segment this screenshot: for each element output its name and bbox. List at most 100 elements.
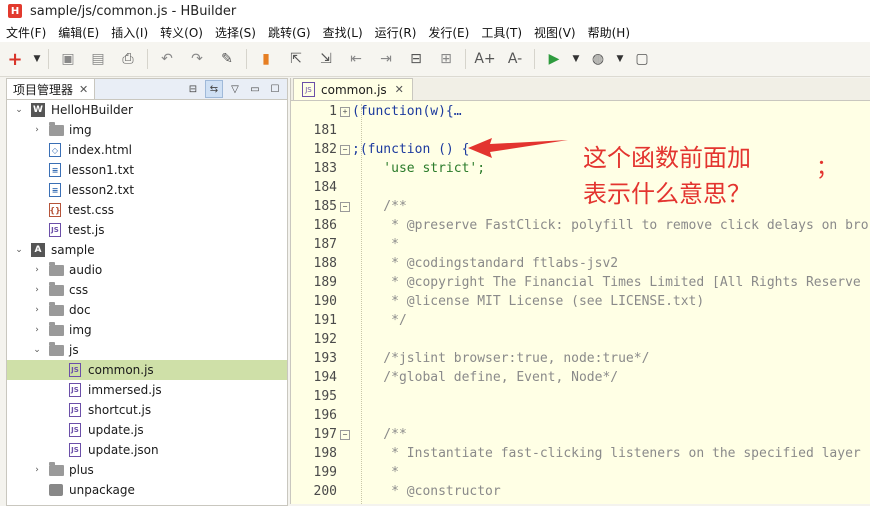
run-icon[interactable]: ▶ — [543, 48, 565, 70]
code-line[interactable]: 194 /*global define, Event, Node*/ — [291, 368, 870, 387]
tree-item[interactable]: › css — [7, 280, 287, 300]
code-area[interactable]: 1 + (function(w){… 181 182− ;(function () {18… — [291, 102, 870, 504]
tree-item[interactable]: › doc — [7, 300, 287, 320]
prev-icon[interactable]: ⇤ — [345, 48, 367, 70]
export-icon[interactable]: ⇲ — [315, 48, 337, 70]
save-all-icon[interactable]: ▤ — [87, 48, 109, 70]
bookmark-icon[interactable]: ▮ — [255, 48, 277, 70]
collapse-all-icon[interactable]: ⊟ — [185, 81, 201, 97]
font-smaller-icon[interactable]: A- — [504, 48, 526, 70]
print-icon[interactable]: ⎙ — [117, 48, 139, 70]
menu-item[interactable]: 工具(T) — [475, 24, 528, 41]
menu-item[interactable]: 编辑(E) — [52, 24, 105, 41]
chevron-right-icon[interactable]: › — [31, 325, 43, 335]
minimize-icon[interactable]: ▭ — [247, 81, 263, 97]
tree-item[interactable]: JS shortcut.js — [7, 400, 287, 420]
menu-item[interactable]: 查找(L) — [317, 24, 369, 41]
code-line[interactable]: 197− /** — [291, 425, 870, 444]
chevron-down-icon[interactable]: ⌄ — [13, 245, 25, 255]
tree-item[interactable]: JS test.js — [7, 220, 287, 240]
new-dropdown-icon[interactable]: ▼ — [32, 48, 42, 70]
menu-item[interactable]: 帮助(H) — [582, 24, 636, 41]
tree-item[interactable]: › img — [7, 120, 287, 140]
tree-item[interactable]: ⌄ W HelloHBuilder — [7, 100, 287, 120]
tree-item[interactable]: JS immersed.js — [7, 380, 287, 400]
code-line[interactable]: 187 * — [291, 235, 870, 254]
run-dropdown-icon[interactable]: ▼ — [571, 48, 581, 70]
code-line[interactable]: 185− /** — [291, 197, 870, 216]
menu-item[interactable]: 转义(O) — [154, 24, 209, 41]
tree-item[interactable]: ≡ lesson2.txt — [7, 180, 287, 200]
chevron-right-icon[interactable]: › — [31, 465, 43, 475]
chevron-right-icon[interactable]: › — [31, 265, 43, 275]
font-bigger-icon[interactable]: A+ — [474, 48, 496, 70]
tree-item[interactable]: JS update.json — [7, 440, 287, 460]
undo-icon[interactable]: ↶ — [156, 48, 178, 70]
help-icon[interactable]: ▢ — [631, 48, 653, 70]
code-line[interactable]: 186 * @preserve FastClick: polyfill to r… — [291, 216, 870, 235]
maximize-icon[interactable]: ☐ — [267, 81, 283, 97]
tree-item[interactable]: ◇ index.html — [7, 140, 287, 160]
code-line[interactable]: 188 * @codingstandard ftlabs-jsv2 — [291, 254, 870, 273]
code-line[interactable]: 184 — [291, 178, 870, 197]
code-line[interactable]: 195 — [291, 387, 870, 406]
format-icon[interactable]: ✎ — [216, 48, 238, 70]
tree-item[interactable]: › plus — [7, 460, 287, 480]
collapse-fold-icon[interactable]: − — [340, 201, 350, 212]
tab-common-js[interactable]: JS common.js ✕ — [293, 78, 413, 100]
save-icon[interactable]: ▣ — [57, 48, 79, 70]
tree-item[interactable]: ⌄ js — [7, 340, 287, 360]
chevron-right-icon[interactable]: › — [31, 285, 43, 295]
menu-item[interactable]: 文件(F) — [0, 24, 52, 41]
tree-item[interactable]: ≡ lesson1.txt — [7, 160, 287, 180]
tree-item[interactable]: unpackage — [7, 480, 287, 500]
code-text: ;(function () { — [352, 142, 470, 157]
code-line[interactable]: 1 + (function(w){… — [291, 102, 870, 121]
code-line[interactable]: 200 * @constructor — [291, 482, 870, 501]
tree-item[interactable]: › audio — [7, 260, 287, 280]
link-editor-icon[interactable]: ⇆ — [205, 80, 223, 98]
menu-item[interactable]: 选择(S) — [209, 24, 262, 41]
code-editor[interactable]: JS common.js ✕ 1 + (function(w){… 181 182− ;(… — [290, 78, 870, 504]
code-line[interactable]: 191 */ — [291, 311, 870, 330]
code-line[interactable]: 198 * Instantiate fast-clicking listener… — [291, 444, 870, 463]
tree-item[interactable]: {} test.css — [7, 200, 287, 220]
next-icon[interactable]: ⇥ — [375, 48, 397, 70]
code-line[interactable]: 192 — [291, 330, 870, 349]
tree-item[interactable]: ⌄ Asample — [7, 240, 287, 260]
menu-item[interactable]: 跳转(G) — [262, 24, 317, 41]
collapse-fold-icon[interactable]: − — [340, 144, 350, 155]
tree-item[interactable]: JS common.js — [7, 360, 287, 380]
comment-icon[interactable]: ⊟ — [405, 48, 427, 70]
chevron-down-icon[interactable]: ⌄ — [13, 105, 25, 115]
tab-project-manager[interactable]: 项目管理器 ✕ — [7, 79, 96, 99]
expand-fold-icon[interactable]: + — [340, 106, 350, 117]
import-icon[interactable]: ⇱ — [285, 48, 307, 70]
tree-item[interactable]: › img — [7, 320, 287, 340]
chevron-right-icon[interactable]: › — [31, 125, 43, 135]
code-line[interactable]: 199 * — [291, 463, 870, 482]
code-line[interactable]: 190 * @license MIT License (see LICENSE.… — [291, 292, 870, 311]
code-line[interactable]: 183 'use strict'; — [291, 159, 870, 178]
browser-dropdown-icon[interactable]: ▼ — [615, 48, 625, 70]
chevron-right-icon[interactable]: › — [31, 305, 43, 315]
menu-item[interactable]: 视图(V) — [528, 24, 582, 41]
new-icon[interactable]: + — [4, 48, 26, 70]
close-icon[interactable]: ✕ — [79, 83, 88, 96]
code-line[interactable]: 196 — [291, 406, 870, 425]
code-line[interactable]: 193 /*jslint browser:true, node:true*/ — [291, 349, 870, 368]
code-line[interactable]: 182− ;(function () { — [291, 140, 870, 159]
menu-item[interactable]: 运行(R) — [369, 24, 423, 41]
tree-item[interactable]: JS update.js — [7, 420, 287, 440]
redo-icon[interactable]: ↷ — [186, 48, 208, 70]
browser-icon[interactable]: ◍ — [587, 48, 609, 70]
menu-item[interactable]: 插入(I) — [105, 24, 154, 41]
view-menu-icon[interactable]: ▽ — [227, 81, 243, 97]
code-line[interactable]: 181 — [291, 121, 870, 140]
code-line[interactable]: 189 * @copyright The Financial Times Lim… — [291, 273, 870, 292]
chevron-down-icon[interactable]: ⌄ — [31, 345, 43, 355]
close-icon[interactable]: ✕ — [395, 83, 404, 96]
uncomment-icon[interactable]: ⊞ — [435, 48, 457, 70]
menu-item[interactable]: 发行(E) — [422, 24, 475, 41]
collapse-fold-icon[interactable]: − — [340, 429, 350, 440]
